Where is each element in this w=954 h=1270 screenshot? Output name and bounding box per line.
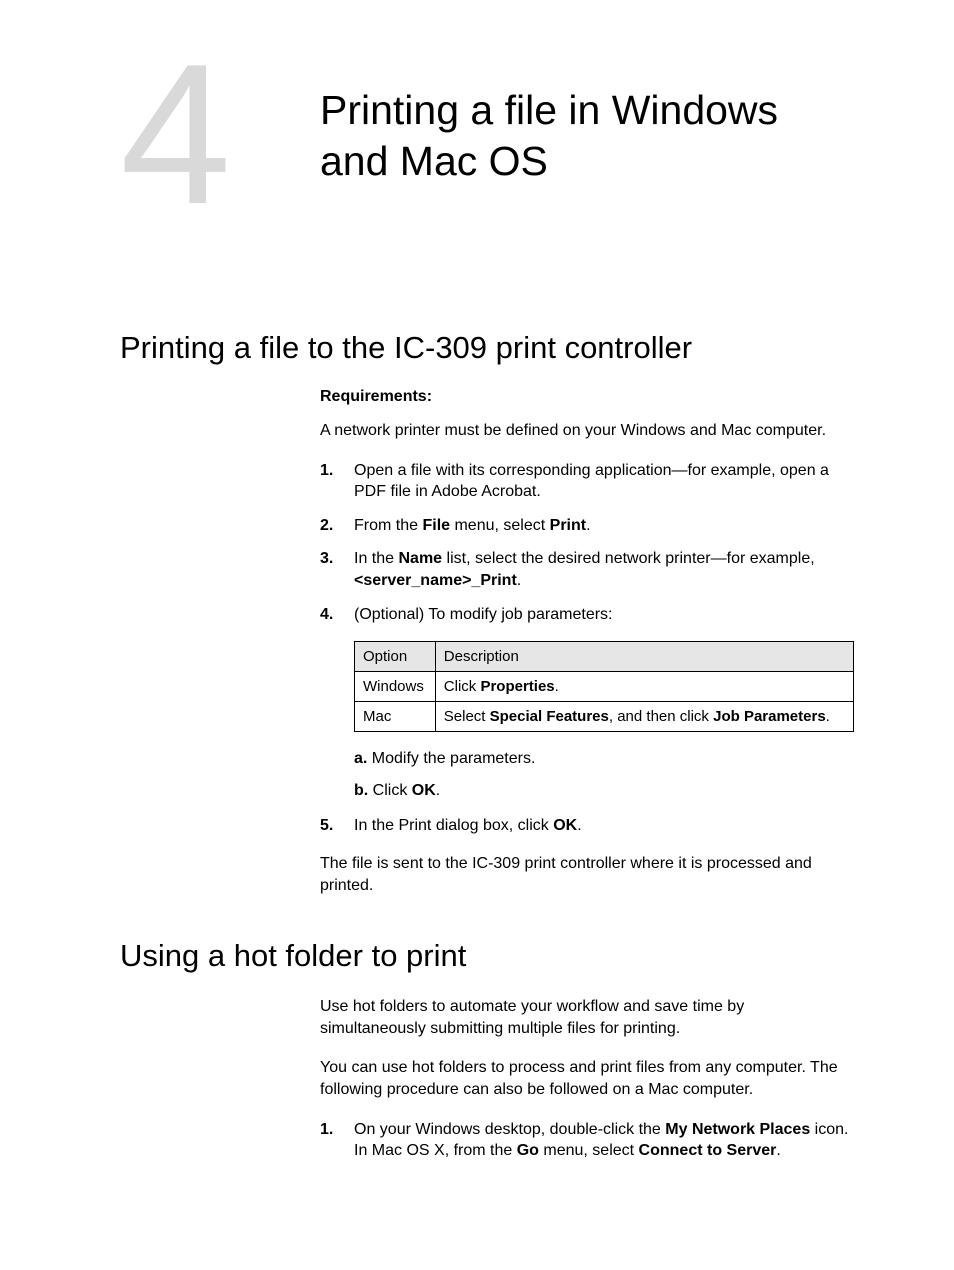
table-row: Mac Select Special Features, and then cl… (355, 702, 854, 732)
step-4: (Optional) To modify job parameters: (320, 604, 854, 626)
chapter-title: Printing a file in Windows and Mac OS (320, 85, 854, 188)
step-text: . (776, 1142, 780, 1159)
step-text: From the (354, 517, 422, 534)
step-1: On your Windows desktop, double-click th… (320, 1119, 854, 1162)
chapter-header: 4 Printing a file in Windows and Mac OS (120, 50, 854, 220)
table-row: Windows Click Properties. (355, 672, 854, 702)
procedure-steps-1: Open a file with its corresponding appli… (320, 460, 854, 626)
button-name: OK (553, 817, 577, 834)
command-name: Connect to Server (639, 1142, 777, 1159)
cell-text: . (555, 678, 559, 695)
chapter-number: 4 (120, 50, 320, 220)
step-text: Open a file with its corresponding appli… (354, 462, 829, 501)
sub-steps: a. Modify the parameters. b. Click OK. (354, 746, 854, 803)
step-2: From the File menu, select Print. (320, 515, 854, 537)
ui-term: Special Features (490, 708, 609, 725)
step-text: . (517, 572, 521, 589)
options-table: Option Description Windows Click Propert… (354, 641, 854, 732)
intro-para-2: You can use hot folders to process and p… (320, 1057, 854, 1100)
menu-name: Go (517, 1142, 539, 1159)
ui-term: Properties (480, 678, 554, 695)
procedure-steps-2: On your Windows desktop, double-click th… (320, 1119, 854, 1162)
step-text: (Optional) To modify job parameters: (354, 606, 612, 623)
step-text: . (577, 817, 581, 834)
cell-text: Click (444, 678, 481, 695)
example-value: <server_name>_Print (354, 572, 517, 589)
table-cell-option: Windows (355, 672, 436, 702)
table-cell-option: Mac (355, 702, 436, 732)
section-2-body: Use hot folders to automate your workflo… (320, 996, 854, 1162)
section-title-2: Using a hot folder to print (120, 938, 854, 974)
menu-name: File (422, 517, 450, 534)
table-cell-description: Select Special Features, and then click … (435, 702, 853, 732)
section-title-1: Printing a file to the IC-309 print cont… (120, 330, 854, 366)
cell-text: . (826, 708, 830, 725)
requirements-label: Requirements: (320, 388, 854, 406)
ui-term: Job Parameters (713, 708, 826, 725)
cell-text: Select (444, 708, 490, 725)
table-cell-description: Click Properties. (435, 672, 853, 702)
intro-para-1: Use hot folders to automate your workflo… (320, 996, 854, 1039)
sub-step-a: a. Modify the parameters. (354, 746, 854, 772)
table-header-row: Option Description (355, 642, 854, 672)
step-1: Open a file with its corresponding appli… (320, 460, 854, 503)
step-text: In the (354, 550, 398, 567)
sub-step-text: . (436, 782, 440, 799)
sub-step-text: Modify the parameters. (367, 750, 535, 767)
step-3: In the Name list, select the desired net… (320, 548, 854, 591)
procedure-steps-1-cont: In the Print dialog box, click OK. (320, 815, 854, 837)
table-header-option: Option (355, 642, 436, 672)
step-text: In Mac OS X, from the (354, 1142, 517, 1159)
ui-term: My Network Places (665, 1121, 810, 1138)
step-text: list, select the desired network printer… (442, 550, 815, 567)
command-name: Print (550, 517, 586, 534)
section-1-body: Requirements: A network printer must be … (320, 388, 854, 896)
step-text: menu, select (539, 1142, 639, 1159)
document-page: 4 Printing a file in Windows and Mac OS … (0, 0, 954, 1258)
field-name: Name (398, 550, 442, 567)
step-5: In the Print dialog box, click OK. (320, 815, 854, 837)
cell-text: , and then click (609, 708, 713, 725)
sub-step-label: a. (354, 750, 367, 767)
sub-step-text: Click (368, 782, 412, 799)
sub-step-b: b. Click OK. (354, 778, 854, 804)
sub-step-label: b. (354, 782, 368, 799)
step-text: menu, select (450, 517, 550, 534)
step-text: . (586, 517, 590, 534)
step-text: In the Print dialog box, click (354, 817, 553, 834)
step-text: On your Windows desktop, double-click th… (354, 1121, 665, 1138)
step-text: icon. (810, 1121, 848, 1138)
table-header-description: Description (435, 642, 853, 672)
requirements-text: A network printer must be defined on you… (320, 420, 854, 442)
closing-text: The file is sent to the IC-309 print con… (320, 853, 854, 896)
button-name: OK (412, 782, 436, 799)
